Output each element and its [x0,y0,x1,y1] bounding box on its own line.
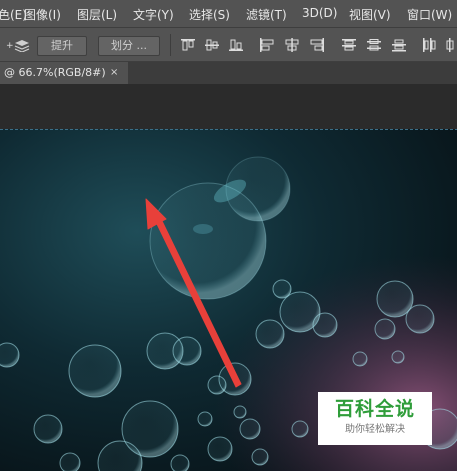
menu-3d[interactable]: 3D(D) [302,6,337,20]
menu-type[interactable]: 文字(Y) [133,6,174,23]
divide-button[interactable]: 划分 ... [98,36,160,56]
distribute-left-edges-icon[interactable] [422,38,438,52]
distribute-top-edges-icon[interactable] [341,38,357,52]
align-right-edges-icon[interactable] [309,38,325,52]
align-horizontal-centers-icon[interactable] [284,38,300,52]
align-left-edges-icon[interactable] [259,38,275,52]
svg-text:+: + [6,41,14,51]
align-top-edges-icon[interactable] [180,38,196,52]
menu-select[interactable]: 选择(S) [189,6,230,23]
distribute-horizontal-centers-icon[interactable] [446,38,457,52]
align-vertical-centers-icon[interactable] [204,38,220,52]
menu-layer[interactable]: 图层(L) [77,6,117,23]
watermark-subtitle: 助你轻松解决 [345,424,405,435]
toolbar-separator [170,34,171,56]
menu-image[interactable]: 图像(I) [24,6,61,23]
menu-bar: 色(E) 图像(I) 图层(L) 文字(Y) 选择(S) 滤镜(T) 3D(D)… [0,0,457,27]
menu-view[interactable]: 视图(V) [349,6,391,23]
document-tab[interactable]: @ 66.7%(RGB/8#) × [0,62,128,84]
menu-edit[interactable]: 色(E) [0,6,27,23]
menu-filter[interactable]: 滤镜(T) [246,6,287,23]
watermark-title: 百科全说 [334,398,415,420]
close-icon[interactable]: × [110,62,118,84]
lift-button[interactable]: 提升 [37,36,87,56]
options-bar: + 提升 划分 ... [0,27,457,62]
align-bottom-edges-icon[interactable] [228,38,244,52]
layer-stack-icon[interactable]: + [6,38,30,52]
watermark-logo: 百科全说 助你轻松解决 [318,392,432,445]
menu-window[interactable]: 窗口(W) [407,6,452,23]
distribute-vertical-centers-icon[interactable] [366,38,382,52]
pasteboard [0,84,457,129]
document-tab-bar: @ 66.7%(RGB/8#) × [0,62,457,85]
distribute-bottom-edges-icon[interactable] [391,38,407,52]
document-tab-title: @ 66.7%(RGB/8#) [4,66,106,79]
